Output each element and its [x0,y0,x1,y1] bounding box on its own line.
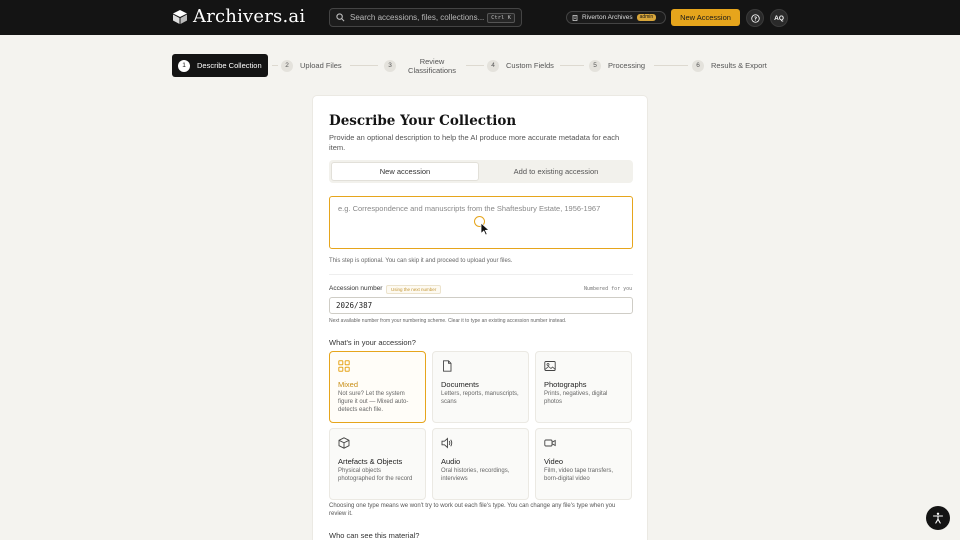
mouse-cursor-icon [480,222,490,236]
grid-icon [338,360,350,372]
accession-mode-toggle: New accession Add to existing accession [329,160,633,183]
new-accession-button[interactable]: New Accession [671,9,740,26]
step-results-export[interactable]: 6 Results & Export [692,54,767,77]
step-connector [654,65,688,66]
step-custom-fields[interactable]: 4 Custom Fields [487,54,554,77]
org-name: Riverton Archives [582,14,633,21]
type-card-video[interactable]: Video Film, video tape transfers, born-d… [535,428,632,500]
search-shortcut: Ctrl K [487,12,515,23]
step-number: 6 [692,59,704,72]
type-title: Documents [441,380,479,389]
type-card-artefacts[interactable]: Artefacts & Objects Physical objects pho… [329,428,426,500]
accession-number-input[interactable] [329,297,633,314]
user-avatar[interactable]: AQ [770,9,788,27]
step-number: 2 [281,59,293,72]
type-title: Audio [441,457,461,466]
page-subtitle: Provide an optional description to help … [329,133,620,152]
type-choice-hint: Choosing one type means we won't try to … [329,503,616,517]
page-title: Describe Your Collection [329,113,517,129]
step-describe-collection[interactable]: 1 Describe Collection [172,54,268,77]
video-icon [544,439,556,447]
step-number: 3 [384,59,396,72]
accession-number-label: Accession number [329,285,383,292]
type-description: Physical objects photographed for the re… [338,468,413,482]
image-icon [544,361,556,371]
accessibility-icon [932,512,944,524]
step-connector [560,65,584,66]
step-label: Results & Export [711,61,767,70]
describe-collection-card: Describe Your Collection Provide an opti… [312,95,648,540]
step-processing[interactable]: 5 Processing [589,54,645,77]
existing-accession-tab[interactable]: Add to existing accession [481,162,631,181]
step-connector [466,65,484,66]
type-card-audio[interactable]: Audio Oral histories, recordings, interv… [432,428,529,500]
step-label: Processing [608,61,646,70]
step-label: Describe Collection [197,61,262,70]
role-badge: admin [636,14,657,21]
question-circle-icon: ? [750,13,760,23]
type-title: Photographs [544,380,587,389]
archive-box-icon [173,10,187,24]
search-input[interactable] [350,13,488,22]
step-connector [350,65,378,66]
next-number-chip: Using the next number [386,285,442,294]
cube-icon [338,437,350,449]
svg-text:?: ? [753,16,756,22]
search-icon [336,13,345,22]
speaker-icon [441,437,453,449]
step-label: Custom Fields [506,61,554,70]
type-description: Prints, negatives, digital photos [544,391,608,405]
type-card-mixed[interactable]: Mixed Not sure? Let the system figure it… [329,351,426,423]
divider [329,274,633,275]
accession-number-hint: Next available number from your numberin… [329,318,567,324]
material-type-label: What's in your accession? [329,338,416,347]
step-number: 5 [589,59,601,72]
step-review-classifications[interactable]: 3 Review Classifications [384,54,461,77]
type-title: Mixed [338,380,359,389]
wizard-stepper: 1 Describe Collection 2 Upload Files 3 R… [172,54,768,77]
type-title: Video [544,457,564,466]
type-description: Oral histories, recordings, interviews [441,468,510,482]
type-description: Film, video tape transfers, born-digital… [544,468,614,482]
step-connector [272,65,278,66]
type-card-photographs[interactable]: Photographs Prints, negatives, digital p… [535,351,632,423]
new-accession-tab[interactable]: New accession [331,162,479,181]
step-label: Review Classifications [408,56,456,75]
document-icon [443,360,452,372]
org-switcher[interactable]: Riverton Archives admin [566,11,666,24]
step-label: Upload Files [300,61,342,70]
type-card-documents[interactable]: Documents Letters, reports, manuscripts,… [432,351,529,423]
type-description: Letters, reports, manuscripts, scans [441,391,519,405]
step-upload-files[interactable]: 2 Upload Files [281,54,342,77]
app-logo[interactable]: Archivers.ai [172,8,305,26]
top-bar: Archivers.ai Ctrl K Riverton Archives ad… [0,0,960,35]
step-number: 1 [178,59,190,72]
step-number: 4 [487,59,499,72]
visibility-label: Who can see this material? [329,531,420,540]
help-button[interactable]: ? [746,9,764,27]
avatar-initials: AQ [774,14,784,22]
type-title: Artefacts & Objects [338,457,403,466]
optional-step-hint: This step is optional. You can skip it a… [329,258,513,264]
accessibility-button[interactable] [926,506,950,530]
search-box[interactable]: Ctrl K [329,8,522,27]
type-description: Not sure? Let the system figure it out —… [338,391,409,413]
app-name: Archivers.ai [193,6,306,27]
building-icon [572,14,578,21]
numbered-for-you-note: Numbered for you [584,286,633,292]
